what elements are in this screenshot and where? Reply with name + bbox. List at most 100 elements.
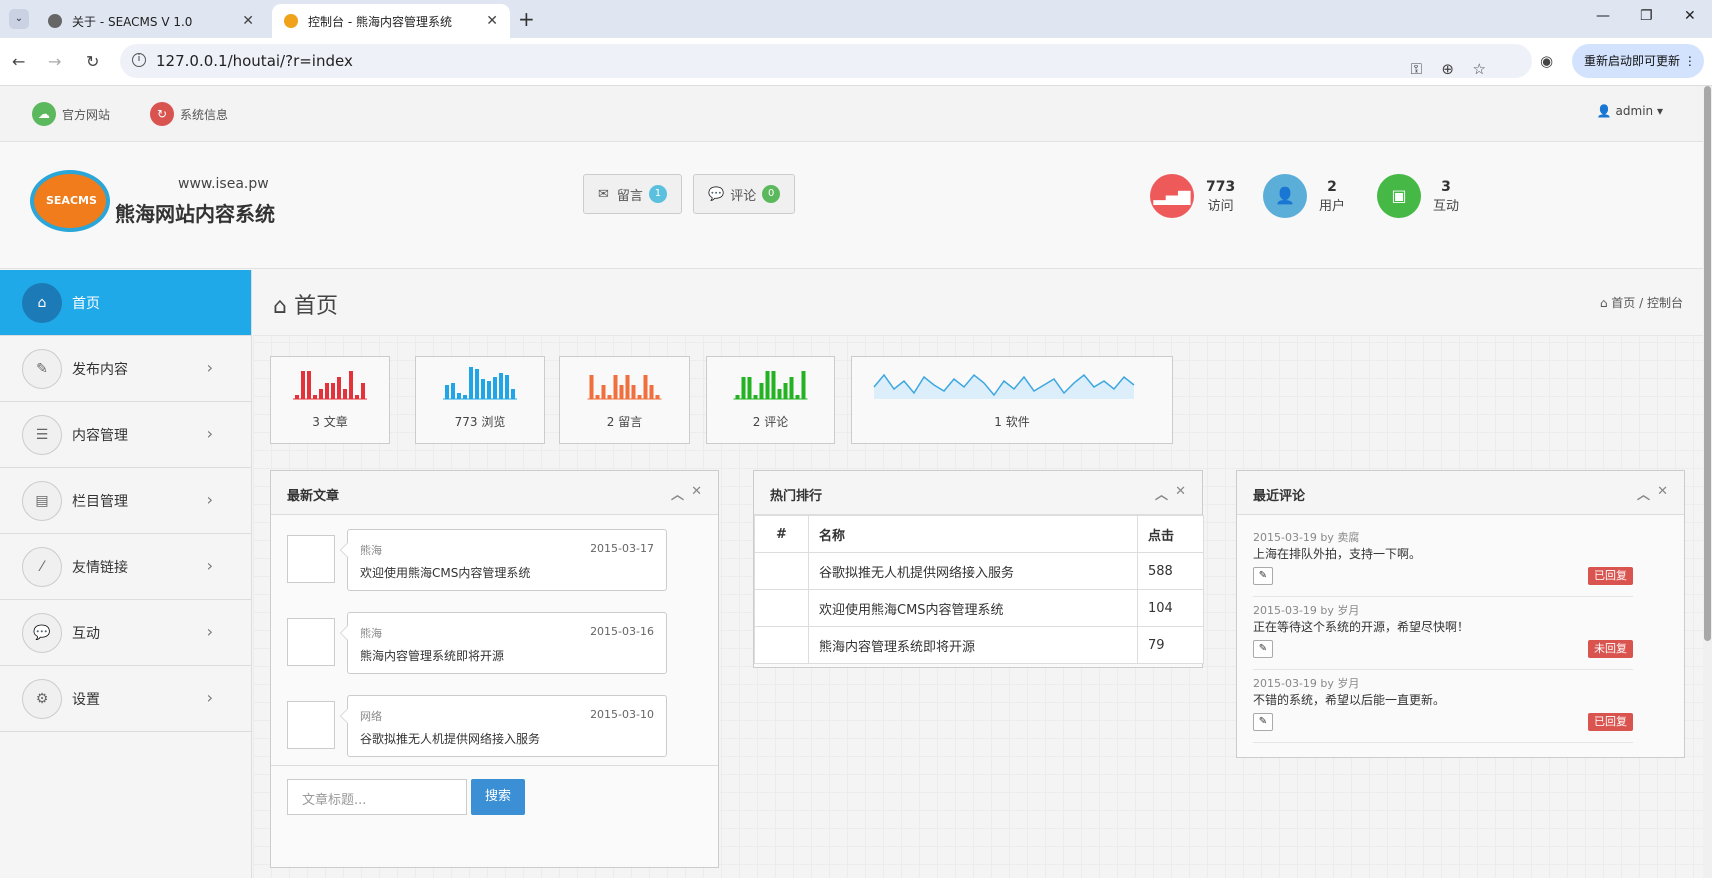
mini-stat-views[interactable]: 773 浏览: [415, 356, 545, 444]
column-header: #: [754, 515, 809, 553]
user-menu[interactable]: 👤 admin ▾: [1597, 104, 1663, 118]
sparkline-bar: [643, 375, 648, 399]
minimize-icon[interactable]: —: [1596, 8, 1610, 24]
chevron-up-icon[interactable]: ︿: [1637, 484, 1650, 503]
sparkline-bar: [619, 385, 624, 399]
status-badge: 已回复: [1588, 567, 1633, 585]
sparkline-bar: [307, 371, 311, 399]
search-button[interactable]: 搜索: [471, 779, 525, 815]
caret-down-icon: ▾: [1656, 104, 1663, 118]
zoom-icon[interactable]: ⊕: [1441, 52, 1454, 86]
star-icon[interactable]: ☆: [1473, 52, 1486, 86]
stat-label: 访问: [1207, 198, 1234, 214]
sidebar-item-settings[interactable]: ⚙ 设置 ›: [0, 666, 251, 732]
search-input[interactable]: 文章标题...: [287, 779, 467, 815]
official-site-link[interactable]: ☁ 官方网站: [32, 102, 110, 126]
messages-badge: 1: [648, 185, 667, 203]
mini-stat-comments[interactable]: 2 评论: [706, 356, 835, 444]
chevron-up-icon[interactable]: ︿: [1155, 484, 1168, 503]
tab-search-button[interactable]: ⌄: [9, 9, 29, 29]
mini-stat-label: 1 软件: [994, 415, 1030, 429]
row-name[interactable]: 谷歌拟推无人机提供网络接入服务: [808, 552, 1138, 590]
url-input[interactable]: i 127.0.0.1/houtai/?r=index ⚿ ⊕ ☆: [120, 44, 1532, 78]
close-icon[interactable]: ✕: [691, 484, 702, 499]
list-item[interactable]: 熊海 2015-03-16 熊海内容管理系统即将开源: [287, 612, 667, 674]
list-icon: ☰: [22, 414, 62, 455]
comment-item: 2015-03-19 by 岁月 不错的系统，希望以后能一直更新。 ✎ 已回复: [1253, 669, 1633, 743]
mini-stat-articles[interactable]: 3 文章: [270, 356, 390, 444]
edit-icon[interactable]: ✎: [1253, 640, 1273, 658]
breadcrumb-home[interactable]: 首页: [1611, 296, 1635, 310]
sidebar-item-publish[interactable]: ✎ 发布内容 ›: [0, 336, 251, 402]
sparkline-bar: [613, 375, 618, 399]
breadcrumb-separator: /: [1639, 296, 1647, 310]
sparkline-bar: [505, 375, 509, 399]
tab-title: 关于 - SEACMS V 1.0: [72, 14, 193, 29]
sparkline-bar: [747, 377, 752, 399]
article-title[interactable]: 欢迎使用熊海CMS内容管理系统: [360, 564, 530, 581]
page-title: ⌂ 首页: [273, 288, 338, 320]
status-badge: 已回复: [1588, 713, 1633, 731]
messages-button[interactable]: ✉ 留言 1: [583, 174, 682, 214]
article-title[interactable]: 谷歌拟推无人机提供网络接入服务: [360, 730, 540, 747]
sparkline-bar: [607, 395, 612, 399]
sidebar-item-columns[interactable]: ▤ 栏目管理 ›: [0, 468, 251, 534]
sidebar-item-label: 发布内容: [72, 361, 128, 378]
sidebar-item-links[interactable]: ⁄ 友情链接 ›: [0, 534, 251, 600]
browser-tab-about[interactable]: 关于 - SEACMS V 1.0 ✕: [36, 4, 266, 38]
logo[interactable]: SEACMS www.isea.pw 熊海网站内容系统: [30, 170, 280, 240]
table-row[interactable]: 谷歌拟推无人机提供网络接入服务 588: [754, 552, 1204, 590]
row-name[interactable]: 欢迎使用熊海CMS内容管理系统: [808, 589, 1138, 627]
sidebar-item-home[interactable]: ⌂ 首页: [0, 270, 251, 336]
key-icon[interactable]: ⚿: [1411, 52, 1422, 86]
scrollbar[interactable]: [1703, 86, 1712, 878]
row-name[interactable]: 熊海内容管理系统即将开源: [808, 626, 1138, 664]
close-icon[interactable]: ✕: [242, 13, 254, 29]
header: SEACMS www.isea.pw 熊海网站内容系统 ✉ 留言 1 💬 评论 …: [0, 142, 1703, 269]
close-icon[interactable]: ✕: [1657, 484, 1668, 499]
chevron-up-icon[interactable]: ︿: [671, 484, 684, 503]
list-item[interactable]: 熊海 2015-03-17 欢迎使用熊海CMS内容管理系统: [287, 529, 667, 591]
table-row[interactable]: 熊海内容管理系统即将开源 79: [754, 626, 1204, 664]
article-bubble: 网络 2015-03-10 谷歌拟推无人机提供网络接入服务: [340, 695, 667, 757]
mini-stat-label: 773 浏览: [454, 415, 506, 429]
comment-text: 不错的系统，希望以后能一直更新。: [1253, 693, 1446, 707]
url-text: 127.0.0.1/houtai/?r=index: [156, 52, 353, 70]
page-content: ☁ 官方网站 ↻ 系统信息 👤 admin ▾ SEACMS www.isea.…: [0, 86, 1703, 878]
close-icon[interactable]: ✕: [1175, 484, 1186, 499]
gears-icon: ⚙: [22, 678, 62, 719]
close-icon[interactable]: ✕: [486, 13, 498, 29]
new-tab-button[interactable]: +: [518, 7, 535, 31]
window-close-icon[interactable]: ✕: [1684, 8, 1696, 24]
edit-icon[interactable]: ✎: [1253, 713, 1273, 731]
scrollbar-thumb[interactable]: [1704, 86, 1711, 641]
forward-icon[interactable]: →: [48, 52, 61, 71]
sidebar-item-interaction[interactable]: 💬 互动 ›: [0, 600, 251, 666]
browser-tabbar: ⌄ 关于 - SEACMS V 1.0 ✕ 控制台 - 熊海内容管理系统 ✕ +…: [0, 0, 1712, 38]
profile-icon[interactable]: ◉: [1540, 52, 1553, 70]
edit-icon[interactable]: ✎: [1253, 567, 1273, 585]
list-item[interactable]: 网络 2015-03-10 谷歌拟推无人机提供网络接入服务: [287, 695, 667, 757]
sparkline-bar: [649, 385, 654, 399]
site-info-icon[interactable]: i: [132, 53, 146, 67]
system-info-link[interactable]: ↻ 系统信息: [150, 102, 228, 126]
comments-button[interactable]: 💬 评论 0: [693, 174, 796, 214]
restart-update-button[interactable]: 重新启动即可更新 ⋮: [1572, 44, 1704, 78]
comment-item: 2015-03-19 by 岁月 正在等待这个系统的开源，希望尽快啊！ ✎ 未回…: [1253, 596, 1633, 670]
article-title[interactable]: 熊海内容管理系统即将开源: [360, 647, 504, 664]
comments-label: 评论: [730, 188, 757, 204]
restore-icon[interactable]: ❐: [1640, 8, 1653, 24]
user-icon: 👤: [1263, 174, 1307, 218]
main-area: ⌂ 首页 ⌂ 首页 / 控制台 3 文章 773 浏览 2 留言 2 评论 1 …: [253, 270, 1703, 878]
browser-tab-console[interactable]: 控制台 - 熊海内容管理系统 ✕: [272, 4, 510, 38]
system-info-label: 系统信息: [180, 107, 229, 122]
sidebar-item-content[interactable]: ☰ 内容管理 ›: [0, 402, 251, 468]
mini-stat-software[interactable]: 1 软件: [851, 356, 1173, 444]
logo-url: www.isea.pw: [178, 176, 269, 192]
article-bubble: 熊海 2015-03-17 欢迎使用熊海CMS内容管理系统: [340, 529, 667, 591]
table-row[interactable]: 欢迎使用熊海CMS内容管理系统 104: [754, 589, 1204, 627]
mini-stat-messages[interactable]: 2 留言: [559, 356, 690, 444]
back-icon[interactable]: ←: [12, 52, 25, 71]
reload-icon[interactable]: ↻: [86, 52, 99, 71]
mini-stat-label: 2 留言: [606, 415, 643, 429]
